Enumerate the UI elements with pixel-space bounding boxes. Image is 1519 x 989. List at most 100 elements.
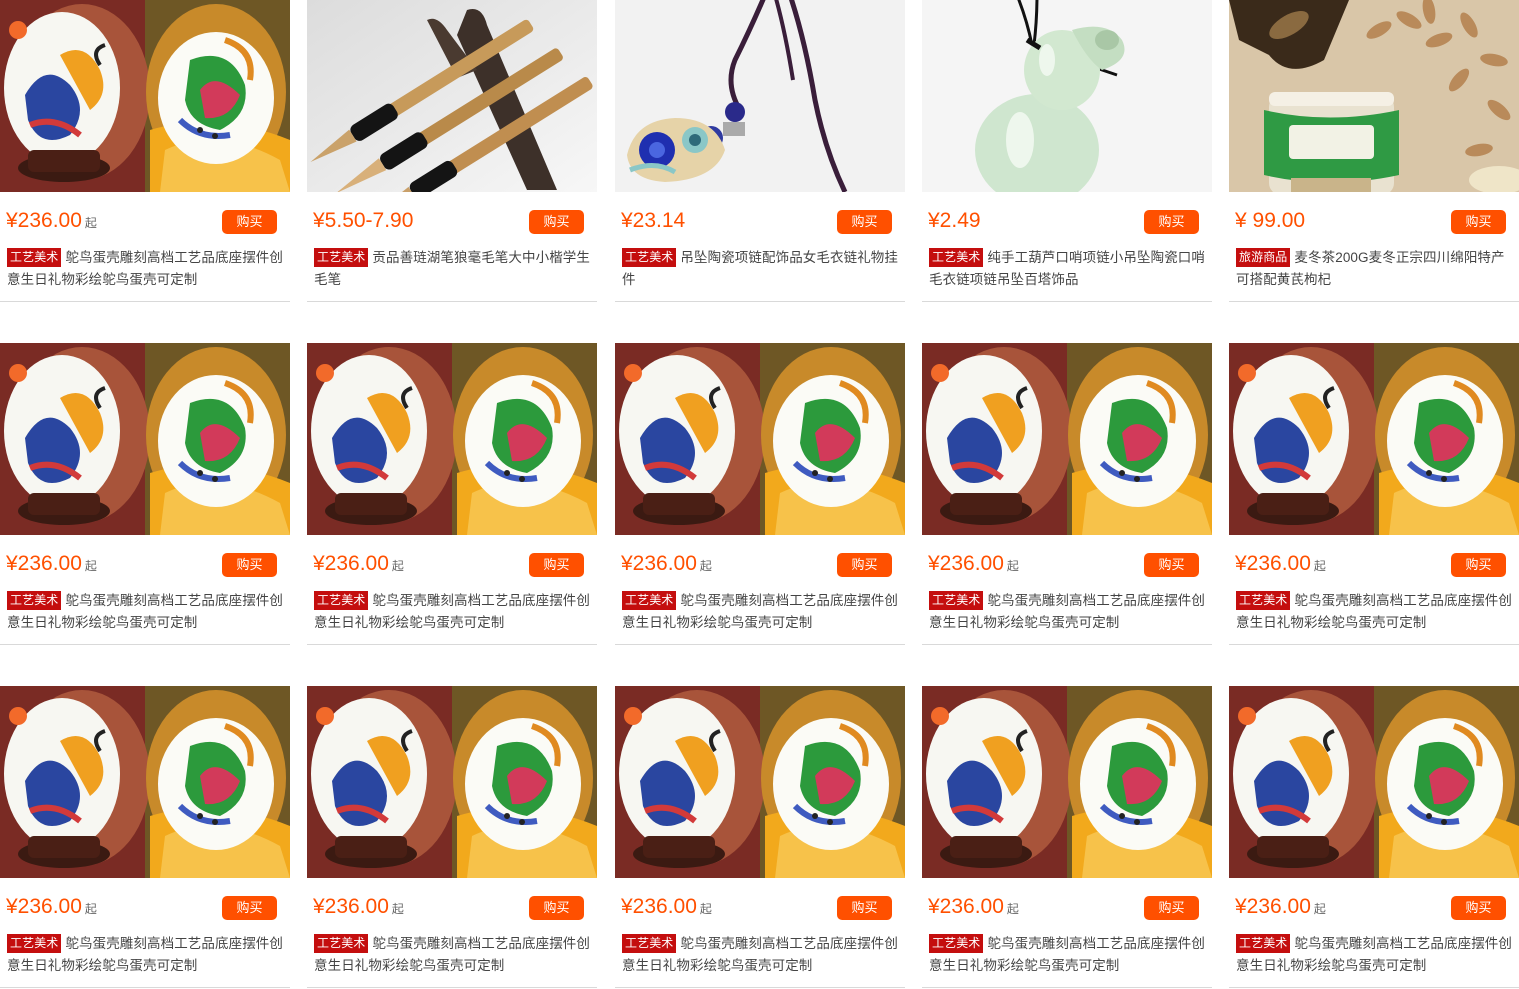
category-tag: 工艺美术 [622,248,677,267]
product-title[interactable]: 工艺美术 吊坠陶瓷项链配饰品女毛衣链礼物挂件 [622,247,904,291]
product-card[interactable]: ¥236.00 起 购买 工艺美术 鸵鸟蛋壳雕刻高档工艺品底座摆件创意生日礼物彩绘鸵… [0,0,290,302]
buy-button[interactable]: 购买 [1144,553,1199,577]
product-title[interactable]: 工艺美术 鸵鸟蛋壳雕刻高档工艺品底座摆件创意生日礼物彩绘鸵鸟蛋壳可定制 [622,590,904,634]
product-card[interactable]: ¥236.00 起 购买 工艺美术 鸵鸟蛋壳雕刻高档工艺品底座摆件创意生日礼物彩绘鸵… [615,343,905,645]
product-image-ostrich-egg[interactable] [615,343,905,535]
product-title[interactable]: 工艺美术 鸵鸟蛋壳雕刻高档工艺品底座摆件创意生日礼物彩绘鸵鸟蛋壳可定制 [622,933,904,977]
product-image-ostrich-egg[interactable] [0,686,290,878]
product-card[interactable]: ¥236.00 起 购买 工艺美术 鸵鸟蛋壳雕刻高档工艺品底座摆件创意生日礼物彩绘鸵… [1229,686,1519,988]
price-row: ¥236.00 起 购买 [0,894,290,922]
buy-button[interactable]: 购买 [837,553,892,577]
price-suffix: 起 [84,216,97,230]
product-price: ¥236.00 起 [928,895,1019,918]
price-row: ¥2.49 购买 [922,208,1212,236]
category-tag: 工艺美术 [314,934,369,953]
product-title[interactable]: 工艺美术 鸵鸟蛋壳雕刻高档工艺品底座摆件创意生日礼物彩绘鸵鸟蛋壳可定制 [314,933,596,977]
product-image-ostrich-egg[interactable] [0,0,290,192]
product-image-ostrich-egg[interactable] [922,686,1212,878]
buy-button[interactable]: 购买 [1451,553,1506,577]
product-image-ostrich-egg[interactable] [1229,686,1519,878]
price-suffix: 起 [699,902,712,916]
price-suffix: 起 [84,559,97,573]
product-title[interactable]: 工艺美术 鸵鸟蛋壳雕刻高档工艺品底座摆件创意生日礼物彩绘鸵鸟蛋壳可定制 [1236,590,1518,634]
card-divider [307,987,597,988]
product-price: ¥ 99.00 [1235,209,1306,232]
product-card[interactable]: ¥236.00 起 购买 工艺美术 鸵鸟蛋壳雕刻高档工艺品底座摆件创意生日礼物彩绘鸵… [922,686,1212,988]
price-suffix: 起 [1313,559,1326,573]
price-suffix: 起 [699,559,712,573]
buy-button[interactable]: 购买 [1451,210,1506,234]
product-title[interactable]: 工艺美术 贡品善琏湖笔狼毫毛笔大中小楷学生毛笔 [314,247,596,291]
price-row: ¥5.50-7.90 购买 [307,208,597,236]
product-card[interactable]: ¥5.50-7.90 购买 工艺美术 贡品善琏湖笔狼毫毛笔大中小楷学生毛笔 [307,0,597,302]
product-card[interactable]: ¥236.00 起 购买 工艺美术 鸵鸟蛋壳雕刻高档工艺品底座摆件创意生日礼物彩绘鸵… [1229,343,1519,645]
product-image-ostrich-egg[interactable] [0,343,290,535]
card-divider [307,644,597,645]
price-row: ¥236.00 起 购买 [615,894,905,922]
product-image-gourd[interactable] [922,0,1212,192]
product-image-tea[interactable] [1229,0,1519,192]
product-card[interactable]: ¥236.00 起 购买 工艺美术 鸵鸟蛋壳雕刻高档工艺品底座摆件创意生日礼物彩绘鸵… [307,686,597,988]
category-tag: 工艺美术 [929,934,984,953]
category-tag: 工艺美术 [622,934,677,953]
product-image-pendant[interactable] [615,0,905,192]
buy-button[interactable]: 购买 [529,210,584,234]
card-divider [922,301,1212,302]
product-title[interactable]: 工艺美术 纯手工葫芦口哨项链小吊坠陶瓷口哨毛衣链项链吊坠百塔饰品 [929,247,1211,291]
buy-button[interactable]: 购买 [1451,896,1506,920]
card-divider [922,644,1212,645]
product-title[interactable]: 工艺美术 鸵鸟蛋壳雕刻高档工艺品底座摆件创意生日礼物彩绘鸵鸟蛋壳可定制 [929,933,1211,977]
product-title[interactable]: 工艺美术 鸵鸟蛋壳雕刻高档工艺品底座摆件创意生日礼物彩绘鸵鸟蛋壳可定制 [1236,933,1518,977]
product-card[interactable]: ¥ 99.00 购买 旅游商品 麦冬茶200G麦冬正宗四川绵阳特产可搭配黄芪枸杞 [1229,0,1519,302]
price-suffix: 起 [391,902,404,916]
card-divider [0,644,290,645]
buy-button[interactable]: 购买 [1144,210,1199,234]
price-suffix: 起 [391,559,404,573]
card-divider [615,644,905,645]
card-divider [615,987,905,988]
product-price: ¥2.49 [928,209,981,232]
buy-button[interactable]: 购买 [837,210,892,234]
category-tag: 旅游商品 [1236,248,1291,267]
product-card[interactable]: ¥236.00 起 购买 工艺美术 鸵鸟蛋壳雕刻高档工艺品底座摆件创意生日礼物彩绘鸵… [922,343,1212,645]
price-row: ¥236.00 起 购买 [922,551,1212,579]
buy-button[interactable]: 购买 [529,553,584,577]
product-image-ostrich-egg[interactable] [307,343,597,535]
product-title[interactable]: 工艺美术 鸵鸟蛋壳雕刻高档工艺品底座摆件创意生日礼物彩绘鸵鸟蛋壳可定制 [314,590,596,634]
product-card[interactable]: ¥236.00 起 购买 工艺美术 鸵鸟蛋壳雕刻高档工艺品底座摆件创意生日礼物彩绘鸵… [0,686,290,988]
card-divider [0,987,290,988]
product-image-ostrich-egg[interactable] [1229,343,1519,535]
product-price: ¥236.00 起 [313,552,404,575]
card-divider [1229,301,1519,302]
product-card[interactable]: ¥23.14 购买 工艺美术 吊坠陶瓷项链配饰品女毛衣链礼物挂件 [615,0,905,302]
product-title[interactable]: 旅游商品 麦冬茶200G麦冬正宗四川绵阳特产可搭配黄芪枸杞 [1236,247,1518,291]
buy-button[interactable]: 购买 [222,553,277,577]
buy-button[interactable]: 购买 [222,896,277,920]
price-suffix: 起 [1006,559,1019,573]
product-card[interactable]: ¥236.00 起 购买 工艺美术 鸵鸟蛋壳雕刻高档工艺品底座摆件创意生日礼物彩绘鸵… [307,343,597,645]
product-card[interactable]: ¥2.49 购买 工艺美术 纯手工葫芦口哨项链小吊坠陶瓷口哨毛衣链项链吊坠百塔饰品 [922,0,1212,302]
card-divider [922,987,1212,988]
product-title[interactable]: 工艺美术 鸵鸟蛋壳雕刻高档工艺品底座摆件创意生日礼物彩绘鸵鸟蛋壳可定制 [7,247,289,291]
product-title[interactable]: 工艺美术 鸵鸟蛋壳雕刻高档工艺品底座摆件创意生日礼物彩绘鸵鸟蛋壳可定制 [929,590,1211,634]
product-card[interactable]: ¥236.00 起 购买 工艺美术 鸵鸟蛋壳雕刻高档工艺品底座摆件创意生日礼物彩绘鸵… [615,686,905,988]
category-tag: 工艺美术 [929,248,984,267]
product-image-ostrich-egg[interactable] [922,343,1212,535]
product-image-ostrich-egg[interactable] [615,686,905,878]
category-tag: 工艺美术 [7,248,62,267]
category-tag: 工艺美术 [7,934,62,953]
product-image-ostrich-egg[interactable] [307,686,597,878]
buy-button[interactable]: 购买 [222,210,277,234]
card-divider [307,301,597,302]
buy-button[interactable]: 购买 [1144,896,1199,920]
product-title[interactable]: 工艺美术 鸵鸟蛋壳雕刻高档工艺品底座摆件创意生日礼物彩绘鸵鸟蛋壳可定制 [7,590,289,634]
buy-button[interactable]: 购买 [529,896,584,920]
buy-button[interactable]: 购买 [837,896,892,920]
card-divider [1229,644,1519,645]
product-title[interactable]: 工艺美术 鸵鸟蛋壳雕刻高档工艺品底座摆件创意生日礼物彩绘鸵鸟蛋壳可定制 [7,933,289,977]
price-row: ¥236.00 起 购买 [1229,551,1519,579]
product-grid: ¥236.00 起 购买 工艺美术 鸵鸟蛋壳雕刻高档工艺品底座摆件创意生日礼物彩绘鸵… [0,0,1519,989]
price-row: ¥236.00 起 购买 [0,551,290,579]
product-image-brushes[interactable] [307,0,597,192]
product-card[interactable]: ¥236.00 起 购买 工艺美术 鸵鸟蛋壳雕刻高档工艺品底座摆件创意生日礼物彩绘鸵… [0,343,290,645]
